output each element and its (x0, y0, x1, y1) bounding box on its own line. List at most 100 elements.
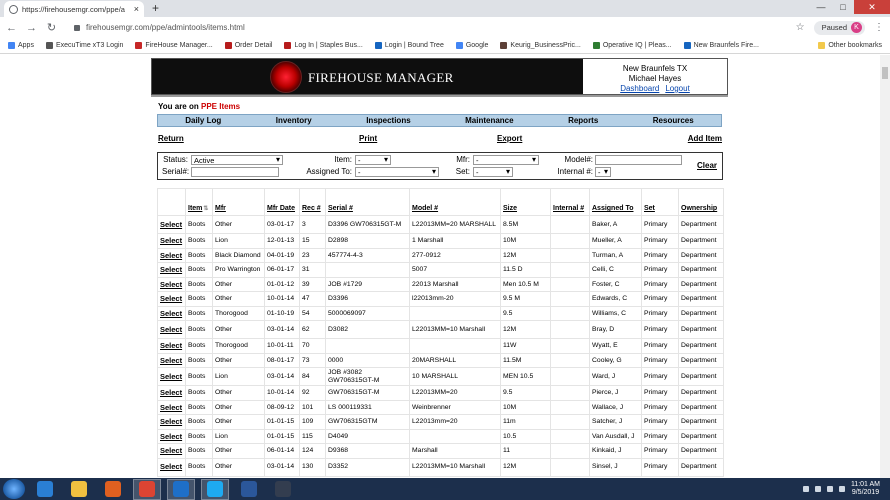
add-item-link[interactable]: Add Item (688, 134, 722, 143)
nav-inventory[interactable]: Inventory (276, 116, 312, 125)
internal-select[interactable]: - (595, 167, 611, 177)
nav-reports[interactable]: Reports (568, 116, 598, 125)
cell-model: L22013mm=20 (409, 414, 501, 430)
select-link[interactable]: Select (157, 276, 186, 292)
clock[interactable]: 11:01 AM 9/5/2019 (851, 481, 880, 497)
bookmark-item[interactable]: Keurig_BusinessPric... (500, 42, 581, 49)
column-header[interactable]: Ownership (678, 188, 724, 216)
start-button[interactable] (3, 479, 25, 499)
new-tab-button[interactable]: + (149, 2, 162, 15)
column-header[interactable]: Mfr (212, 188, 265, 216)
return-link[interactable]: Return (158, 134, 184, 143)
select-link[interactable]: Select (157, 428, 186, 444)
taskbar-app[interactable] (65, 479, 93, 500)
vertical-scrollbar[interactable] (880, 55, 890, 478)
print-link[interactable]: Print (359, 134, 377, 143)
assigned-label: Assigned To: (306, 167, 352, 176)
bookmark-item[interactable]: Google (455, 42, 488, 49)
bookmark-item[interactable]: Operative IQ | Pleas... (592, 42, 672, 49)
browser-tab[interactable]: https://firehousemgr.com/ppe/a × (4, 1, 144, 17)
select-link[interactable]: Select (157, 457, 186, 477)
forward-arrow-icon[interactable]: → (26, 22, 37, 34)
column-header[interactable]: Assigned To (589, 188, 642, 216)
nav-resources[interactable]: Resources (653, 116, 694, 125)
export-link[interactable]: Export (497, 134, 522, 143)
select-link[interactable]: Select (157, 291, 186, 307)
model-input[interactable] (595, 155, 682, 165)
bookmark-item[interactable]: Log In | Staples Bus... (284, 42, 363, 49)
select-link[interactable]: Select (157, 247, 186, 263)
clear-filters-link[interactable]: Clear (697, 161, 717, 170)
breadcrumb: You are on PPE Items (158, 102, 240, 111)
serial-input[interactable] (191, 167, 279, 177)
bookmark-item[interactable]: Apps (8, 42, 34, 49)
cell-set: Primary (641, 233, 679, 249)
tray-chevron-icon[interactable] (802, 486, 809, 492)
address-bar[interactable]: firehousemgr.com/ppe/admintools/items.ht… (66, 20, 787, 36)
column-header[interactable]: Size (500, 188, 551, 216)
set-select[interactable]: - (473, 167, 513, 177)
column-header[interactable]: Model # (409, 188, 501, 216)
volume-icon[interactable] (838, 486, 845, 492)
cell-set: Primary (641, 443, 679, 459)
select-link[interactable]: Select (157, 414, 186, 430)
menu-dots-icon[interactable]: ⋮ (874, 22, 884, 33)
column-header[interactable]: Item⇅ (185, 188, 213, 216)
column-header[interactable]: Mfr Date (264, 188, 300, 216)
bookmark-item[interactable]: FireHouse Manager... (135, 42, 213, 49)
cell-serial: JOB #3082 GW706315GT-M (325, 367, 410, 386)
minimize-icon[interactable]: — (810, 0, 832, 14)
item-select[interactable]: - (355, 155, 391, 165)
operative-icon (592, 42, 600, 49)
bookmark-star-icon[interactable]: ☆ (796, 22, 805, 33)
flag-icon[interactable] (814, 486, 821, 492)
taskbar-app[interactable] (201, 478, 229, 500)
status-select[interactable]: Active (191, 155, 283, 165)
nav-inspections[interactable]: Inspections (366, 116, 410, 125)
select-link[interactable]: Select (157, 352, 186, 368)
cell-model (409, 428, 501, 444)
cell-ownership: Department (678, 247, 724, 263)
other-bookmarks[interactable]: Other bookmarks (818, 42, 882, 49)
taskbar-app[interactable] (167, 478, 195, 500)
bookmark-item[interactable]: New Braunfels Fire... (683, 42, 759, 49)
select-link[interactable]: Select (157, 215, 186, 234)
close-window-icon[interactable]: ✕ (854, 0, 890, 14)
back-arrow-icon[interactable]: ← (6, 22, 17, 34)
nav-maintenance[interactable]: Maintenance (465, 116, 513, 125)
reload-icon[interactable]: ↻ (46, 21, 57, 34)
bookmark-item[interactable]: Order Detail (224, 42, 272, 49)
column-header[interactable]: Internal # (550, 188, 590, 216)
taskbar-app[interactable] (31, 479, 59, 500)
network-icon[interactable] (826, 486, 833, 492)
column-header[interactable]: Rec # (299, 188, 326, 216)
select-link[interactable]: Select (157, 338, 186, 354)
tab-close-icon[interactable]: × (134, 4, 139, 14)
avatar: K (851, 22, 862, 33)
cell-serial: D4049 (325, 428, 410, 444)
nav-daily-log[interactable]: Daily Log (185, 116, 221, 125)
select-link[interactable]: Select (157, 305, 186, 321)
taskbar-app[interactable] (99, 479, 127, 500)
scrollbar-thumb[interactable] (882, 67, 888, 79)
select-link[interactable]: Select (157, 262, 186, 278)
taskbar-app[interactable] (133, 478, 161, 500)
select-link[interactable]: Select (157, 443, 186, 459)
select-link[interactable]: Select (157, 399, 186, 415)
select-link[interactable]: Select (157, 320, 186, 339)
column-header[interactable]: Serial # (325, 188, 410, 216)
cell-size: 11W (500, 338, 551, 354)
select-link[interactable]: Select (157, 367, 186, 386)
dashboard-link[interactable]: Dashboard (620, 84, 659, 93)
mfr-select[interactable]: - (473, 155, 539, 165)
bookmark-item[interactable]: ExecuTime xT3 Login (45, 42, 123, 49)
profile-button[interactable]: Paused K (813, 20, 865, 35)
taskbar-app[interactable] (269, 479, 297, 500)
taskbar-app[interactable] (235, 479, 263, 500)
logout-link[interactable]: Logout (665, 84, 689, 93)
column-header[interactable]: Set (641, 188, 679, 216)
select-link[interactable]: Select (157, 385, 186, 401)
select-link[interactable]: Select (157, 233, 186, 249)
maximize-icon[interactable]: □ (832, 0, 854, 14)
bookmark-item[interactable]: Login | Bound Tree (374, 42, 444, 49)
